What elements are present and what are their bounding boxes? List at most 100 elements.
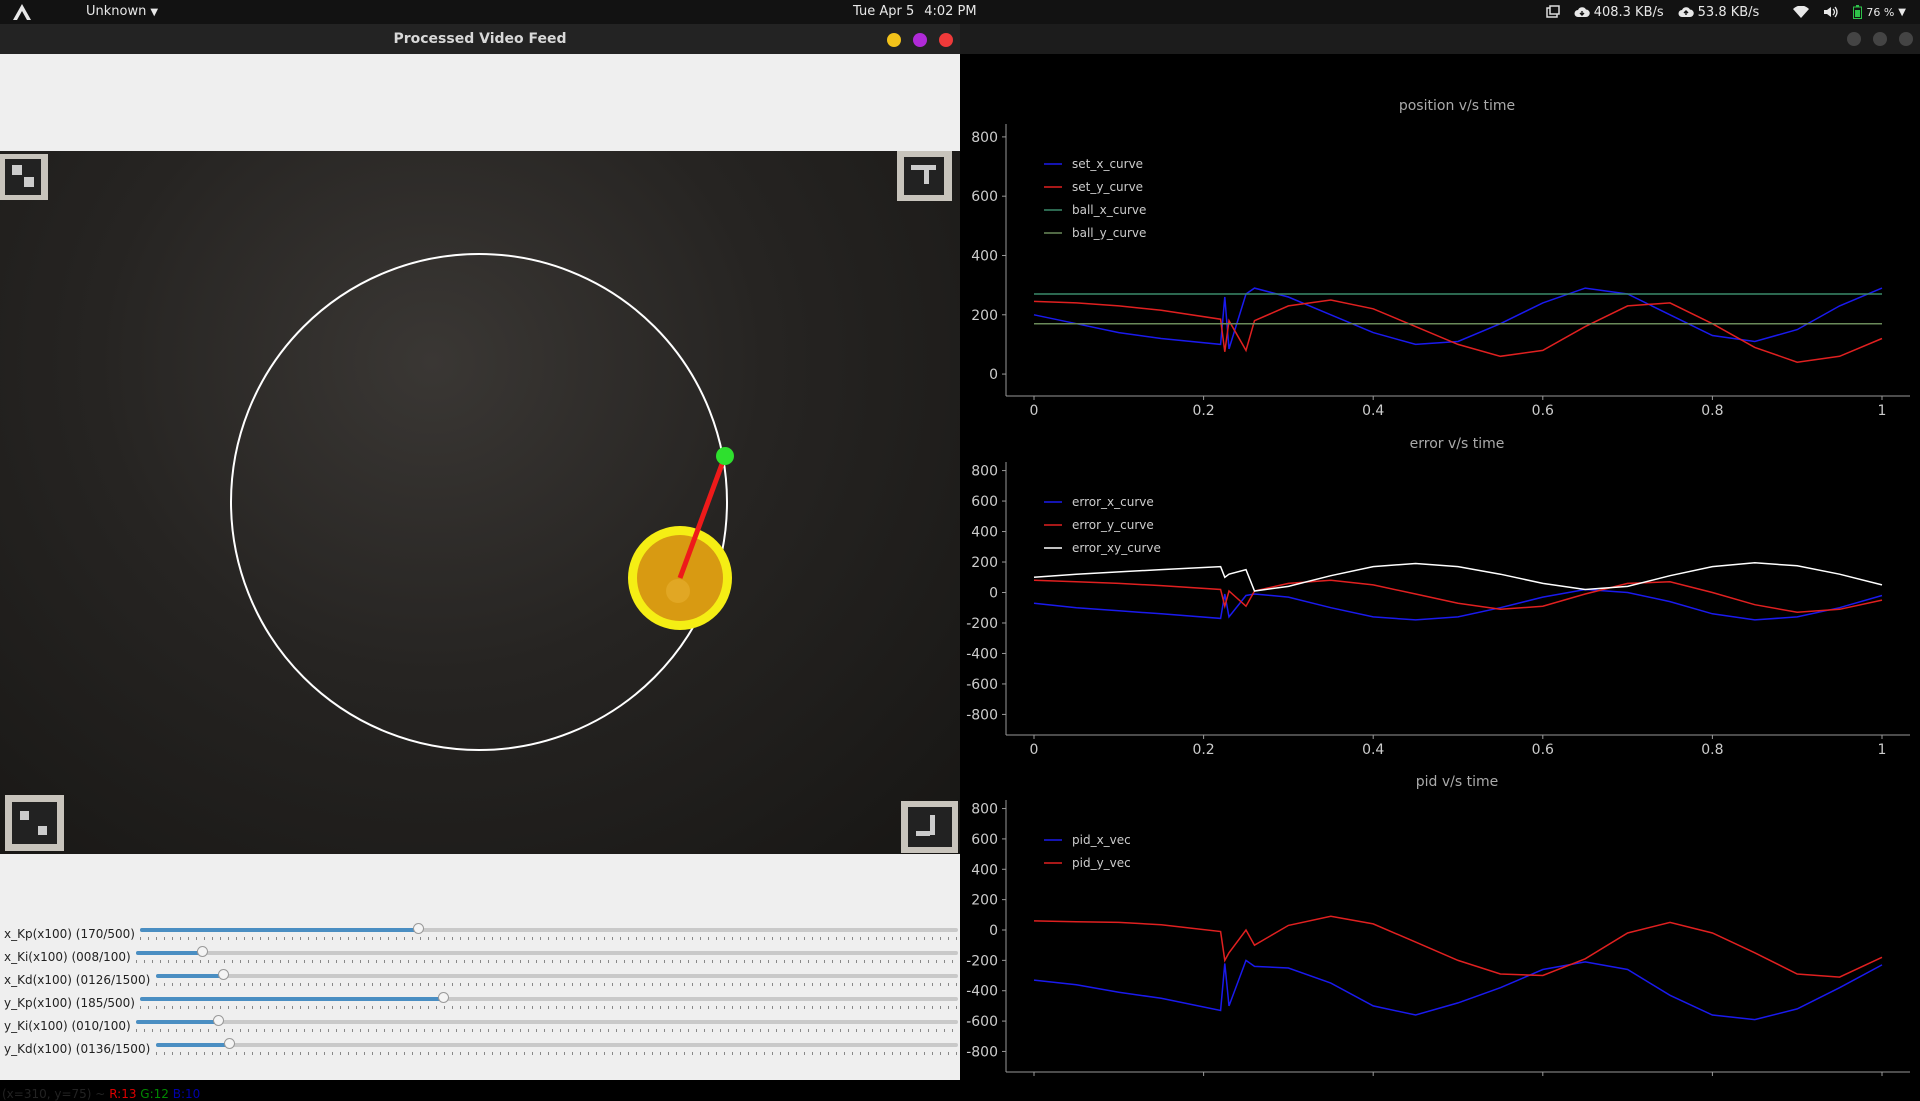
video-window-titlebar[interactable]: Processed Video Feed	[0, 24, 960, 54]
chart-title: error v/s time	[1410, 436, 1505, 452]
series-line-pid_y_vec	[1033, 915, 1883, 978]
y-tick-label: 0	[989, 586, 998, 602]
cloud-upload-icon	[1678, 7, 1694, 17]
pixel-red: R:13	[109, 1087, 137, 1101]
x-tick-label: 0	[1030, 742, 1039, 758]
window-title: Processed Video Feed	[393, 31, 567, 47]
time-label: 4:02 PM	[924, 4, 977, 19]
aruco-marker-icon	[5, 795, 64, 851]
slider-handle[interactable]	[213, 1015, 225, 1026]
y-tick-label: 200	[971, 555, 998, 571]
trajectory-circle	[230, 253, 728, 751]
volume-icon[interactable]	[1823, 6, 1839, 18]
legend-label: error_y_curve	[1072, 518, 1154, 532]
x-tick-label: 0.8	[1701, 403, 1723, 419]
close-button[interactable]	[939, 33, 953, 47]
battery-percent: 76 %	[1866, 5, 1895, 19]
launcher-logo-icon[interactable]	[12, 3, 32, 21]
slider-row: x_Ki(x100) (008/100)	[0, 946, 960, 969]
legend-label: pid_x_vec	[1072, 833, 1131, 847]
aruco-marker-icon	[897, 151, 952, 201]
chart-panel: position v/s time 0 200 400 600 800 0 0.2 0.4 0.6…	[971, 98, 1910, 419]
maximize-button[interactable]	[1873, 32, 1887, 46]
slider-row: y_Kp(x100) (185/500)	[0, 992, 960, 1015]
slider-fill	[140, 997, 443, 1001]
aruco-marker-icon	[0, 154, 48, 200]
slider-ticks	[140, 1006, 958, 1009]
slider-ticks	[156, 983, 958, 986]
wifi-icon[interactable]	[1793, 6, 1810, 18]
clock[interactable]: Tue Apr 5 4:02 PM	[853, 4, 977, 19]
y-tick-label: -800	[966, 707, 998, 723]
y-tick-label: 200	[971, 893, 998, 909]
aruco-marker-icon	[901, 801, 958, 853]
y-tick-label: -800	[966, 1044, 998, 1060]
upload-indicator: 53.8 KB/s	[1678, 5, 1759, 20]
slider-handle[interactable]	[196, 946, 208, 957]
download-indicator: 408.3 KB/s	[1574, 5, 1664, 20]
slider-label: x_Kp(x100) (170/500)	[4, 927, 135, 941]
slider-ticks	[156, 1052, 958, 1055]
battery-indicator[interactable]: 76 % ▼	[1853, 5, 1906, 19]
slider-fill	[156, 1043, 229, 1047]
video-frame[interactable]	[0, 151, 960, 854]
pid-sliders: x_Kp(x100) (170/500) x_Ki(x100) (008/100)…	[0, 923, 960, 1061]
slider-track[interactable]	[136, 1015, 958, 1026]
slider-label: x_Ki(x100) (008/100)	[4, 950, 131, 964]
cloud-download-icon	[1574, 7, 1590, 17]
video-window: Processed Video Feed x_Kp(x100) (170/500…	[0, 24, 960, 1101]
chart-panel: error v/s time -800 -600 -400 -200 0 200 400 600…	[966, 436, 1910, 758]
chart-panel: pid v/s time -800 -600 -400 -200 0 200 400 600 80…	[966, 774, 1910, 1080]
y-tick-label: -200	[966, 616, 998, 632]
slider-row: y_Kd(x100) (0136/1500)	[0, 1038, 960, 1061]
slider-handle[interactable]	[413, 923, 425, 934]
legend-label: set_y_curve	[1072, 180, 1143, 194]
app-menu[interactable]: Unknown ▼	[86, 4, 158, 19]
slider-label: y_Kd(x100) (0136/1500)	[4, 1042, 151, 1056]
minimize-button[interactable]	[887, 33, 901, 47]
slider-track[interactable]	[136, 946, 958, 957]
cursor-coords: (x=310, y=75) ~	[2, 1087, 106, 1101]
y-tick-label: 0	[989, 923, 998, 939]
maximize-button[interactable]	[913, 33, 927, 47]
chevron-down-icon: ▼	[1898, 6, 1906, 18]
window-list-icon[interactable]	[1545, 5, 1560, 19]
y-tick-label: 600	[971, 494, 998, 510]
y-tick-label: -400	[966, 646, 998, 662]
y-tick-label: -200	[966, 953, 998, 969]
date-label: Tue Apr 5	[853, 4, 915, 19]
legend-label: ball_x_curve	[1072, 203, 1146, 217]
y-tick-label: 800	[971, 130, 998, 146]
plot-window-titlebar[interactable]	[960, 24, 1920, 54]
plot-window: position v/s time 0 200 400 600 800 0 0.2 0.4 0.6…	[960, 24, 1920, 1080]
slider-track[interactable]	[156, 1038, 958, 1049]
slider-label: y_Kp(x100) (185/500)	[4, 996, 135, 1010]
series-line-set_y_curve	[1033, 299, 1883, 363]
minimize-button[interactable]	[1847, 32, 1861, 46]
series-line-pid_x_vec	[1033, 959, 1883, 1021]
slider-handle[interactable]	[218, 969, 230, 980]
app-name: Unknown	[86, 4, 147, 19]
legend-label: ball_y_curve	[1072, 226, 1146, 240]
x-tick-label: 0.2	[1192, 742, 1214, 758]
close-button[interactable]	[1899, 32, 1913, 46]
slider-track[interactable]	[156, 969, 958, 980]
slider-row: y_Ki(x100) (010/100)	[0, 1015, 960, 1038]
slider-ticks	[140, 937, 958, 940]
slider-label: y_Ki(x100) (010/100)	[4, 1019, 131, 1033]
setpoint-marker	[716, 447, 734, 465]
y-tick-label: 200	[971, 308, 998, 324]
x-tick-label: 0	[1030, 403, 1039, 419]
x-tick-label: 0.6	[1532, 742, 1554, 758]
slider-handle[interactable]	[437, 992, 449, 1003]
slider-track[interactable]	[140, 992, 958, 1003]
slider-track[interactable]	[140, 923, 958, 934]
slider-row: x_Kp(x100) (170/500)	[0, 923, 960, 946]
slider-label: x_Kd(x100) (0126/1500)	[4, 973, 151, 987]
slider-handle[interactable]	[223, 1038, 235, 1049]
x-tick-label: 0.8	[1701, 742, 1723, 758]
plots-canvas[interactable]: position v/s time 0 200 400 600 800 0 0.2 0.4 0.6…	[960, 54, 1920, 1080]
x-tick-label: 0.2	[1192, 403, 1214, 419]
chart-title: pid v/s time	[1416, 774, 1499, 790]
y-tick-label: 800	[971, 464, 998, 480]
